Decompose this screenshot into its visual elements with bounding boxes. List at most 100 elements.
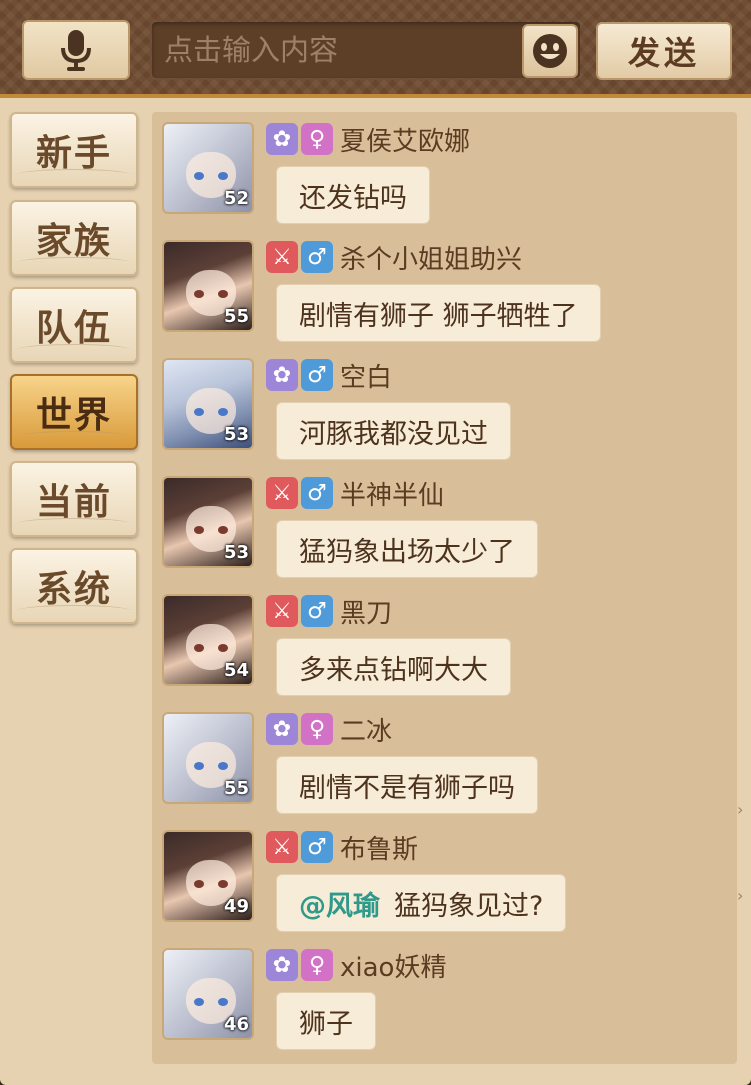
message-bubble: @风瑜 猛犸象见过? [276, 874, 567, 932]
message-meta: ✿ ♂ 空白 [266, 357, 392, 394]
message-bubble: 猛犸象出场太少了 [276, 520, 538, 578]
avatar-eye [218, 762, 228, 770]
avatar-eye [194, 290, 204, 298]
avatar-eye [194, 998, 204, 1006]
username[interactable]: 布鲁斯 [340, 829, 418, 866]
message-meta: ⚔ ♂ 黑刀 [266, 593, 392, 630]
chat-window: 发送 新手 家族 队伍 世界 当前 系统 52 ✿ ♀ 夏侯艾欧娜 还发钻吗 [0, 0, 751, 1085]
avatar[interactable]: 55 [162, 240, 254, 332]
avatar-eye [194, 644, 204, 652]
message-meta: ⚔ ♂ 半神半仙 [266, 475, 444, 512]
message-text: 猛犸象出场太少了 [299, 536, 515, 568]
tab-current[interactable]: 当前 [10, 461, 138, 537]
avatar-eye [218, 172, 228, 180]
chat-message-list[interactable]: 52 ✿ ♀ 夏侯艾欧娜 还发钻吗 55 ⚔ ♂ 杀个小姐姐助兴 剧情有狮子 狮… [152, 112, 737, 1064]
chat-message: 46 ✿ ♀ xiao妖精 狮子 [162, 944, 732, 1062]
username[interactable]: 二冰 [340, 711, 392, 748]
avatar[interactable]: 53 [162, 358, 254, 450]
send-button[interactable]: 发送 [596, 22, 732, 80]
scroll-indicator-icon: › [737, 800, 744, 819]
female-gender-icon: ♀ [301, 123, 333, 155]
female-gender-icon: ♀ [301, 713, 333, 745]
microphone-icon [61, 30, 91, 71]
tab-world[interactable]: 世界 [10, 374, 138, 450]
level-badge: 55 [223, 306, 249, 327]
tab-newbie[interactable]: 新手 [10, 112, 138, 188]
username[interactable]: xiao妖精 [340, 947, 446, 984]
male-gender-icon: ♂ [301, 359, 333, 391]
avatar-eye [218, 526, 228, 534]
message-meta: ✿ ♀ xiao妖精 [266, 947, 446, 984]
level-badge: 54 [223, 660, 249, 681]
rose-faction-icon: ✿ [266, 359, 298, 391]
level-badge: 53 [223, 542, 249, 563]
username[interactable]: 黑刀 [340, 593, 392, 630]
message-text: 河豚我都没见过 [299, 418, 488, 450]
crossed-swords-icon: ⚔ [266, 831, 298, 863]
message-text: 猛犸象见过? [394, 890, 544, 922]
message-bubble: 剧情有狮子 狮子牺牲了 [276, 284, 601, 342]
level-badge: 49 [223, 896, 249, 917]
tab-team[interactable]: 队伍 [10, 287, 138, 363]
message-bubble: 河豚我都没见过 [276, 402, 511, 460]
emoji-button[interactable] [522, 24, 578, 78]
message-text: 剧情不是有狮子吗 [299, 772, 515, 804]
message-meta: ⚔ ♂ 布鲁斯 [266, 829, 418, 866]
tab-family[interactable]: 家族 [10, 200, 138, 276]
avatar[interactable]: 52 [162, 122, 254, 214]
tab-system[interactable]: 系统 [10, 548, 138, 624]
chat-message: 52 ✿ ♀ 夏侯艾欧娜 还发钻吗 [162, 118, 732, 236]
crossed-swords-icon: ⚔ [266, 477, 298, 509]
username[interactable]: 半神半仙 [340, 475, 444, 512]
username[interactable]: 夏侯艾欧娜 [340, 121, 470, 158]
level-badge: 55 [223, 778, 249, 799]
avatar[interactable]: 54 [162, 594, 254, 686]
avatar-eye [218, 880, 228, 888]
level-badge: 46 [223, 1014, 249, 1035]
avatar-eye [194, 762, 204, 770]
message-meta: ✿ ♀ 夏侯艾欧娜 [266, 121, 470, 158]
smiley-icon [533, 34, 567, 68]
rose-faction-icon: ✿ [266, 713, 298, 745]
chat-message: 53 ✿ ♂ 空白 河豚我都没见过 [162, 354, 732, 472]
message-meta: ✿ ♀ 二冰 [266, 711, 392, 748]
chat-message: 55 ✿ ♀ 二冰 剧情不是有狮子吗 [162, 708, 732, 826]
mention-link[interactable]: @风瑜 [299, 884, 380, 923]
scroll-indicator-icon: › [737, 886, 744, 905]
avatar-eye [218, 408, 228, 416]
message-bubble: 剧情不是有狮子吗 [276, 756, 538, 814]
avatar[interactable]: 46 [162, 948, 254, 1040]
username[interactable]: 空白 [340, 357, 392, 394]
female-gender-icon: ♀ [301, 949, 333, 981]
level-badge: 52 [223, 188, 249, 209]
message-input[interactable] [164, 22, 524, 78]
crossed-swords-icon: ⚔ [266, 241, 298, 273]
rose-faction-icon: ✿ [266, 123, 298, 155]
avatar[interactable]: 55 [162, 712, 254, 804]
message-bubble: 多来点钻啊大大 [276, 638, 511, 696]
male-gender-icon: ♂ [301, 595, 333, 627]
message-text: 多来点钻啊大大 [299, 654, 488, 686]
avatar[interactable]: 53 [162, 476, 254, 568]
input-toolbar: 发送 [0, 0, 751, 98]
username[interactable]: 杀个小姐姐助兴 [340, 239, 522, 276]
avatar-eye [194, 408, 204, 416]
male-gender-icon: ♂ [301, 477, 333, 509]
male-gender-icon: ♂ [301, 831, 333, 863]
chat-message: 55 ⚔ ♂ 杀个小姐姐助兴 剧情有狮子 狮子牺牲了 [162, 236, 732, 354]
avatar[interactable]: 49 [162, 830, 254, 922]
message-bubble: 还发钻吗 [276, 166, 430, 224]
chat-message: 49 ⚔ ♂ 布鲁斯 @风瑜 猛犸象见过? [162, 826, 732, 944]
message-text: 还发钻吗 [299, 182, 407, 214]
message-meta: ⚔ ♂ 杀个小姐姐助兴 [266, 239, 522, 276]
message-text: 狮子 [299, 1008, 353, 1040]
chat-message: 53 ⚔ ♂ 半神半仙 猛犸象出场太少了 [162, 472, 732, 590]
message-input-box [152, 22, 580, 78]
avatar-eye [218, 644, 228, 652]
level-badge: 53 [223, 424, 249, 445]
avatar-eye [218, 290, 228, 298]
male-gender-icon: ♂ [301, 241, 333, 273]
avatar-eye [194, 880, 204, 888]
voice-input-button[interactable] [22, 20, 130, 80]
message-text: 剧情有狮子 狮子牺牲了 [299, 300, 578, 332]
